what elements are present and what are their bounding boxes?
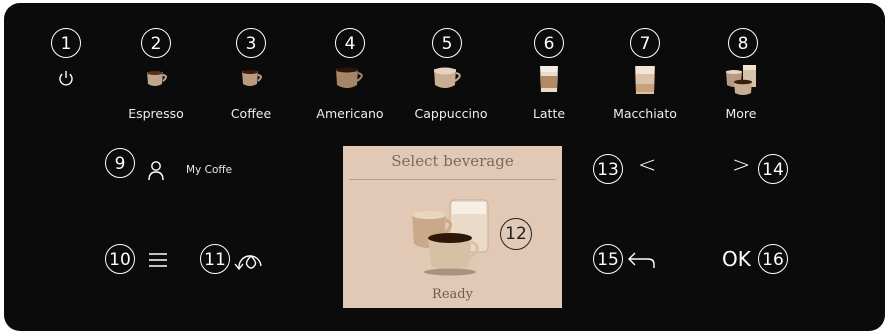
latte-glass-icon[interactable] xyxy=(538,64,560,94)
callout-11: 11 xyxy=(200,244,230,274)
callout-4: 4 xyxy=(335,28,365,58)
back-arrow-icon[interactable] xyxy=(626,250,656,270)
macchiato-glass-icon[interactable] xyxy=(633,64,657,96)
display-divider xyxy=(349,179,556,180)
aquaclean-icon[interactable] xyxy=(233,248,269,274)
callout-13: 13 xyxy=(593,154,623,184)
drink-label-more: More xyxy=(725,106,757,121)
drink-label-macchiato: Macchiato xyxy=(613,106,677,121)
user-icon[interactable] xyxy=(147,160,165,182)
callout-12: 12 xyxy=(500,218,532,250)
coffee-cup-icon[interactable] xyxy=(238,68,266,90)
cappuccino-cup-icon[interactable] xyxy=(431,66,465,92)
callout-14: 14 xyxy=(758,154,788,184)
callout-10: 10 xyxy=(105,244,135,274)
menu-icon[interactable] xyxy=(148,251,168,269)
callout-9: 9 xyxy=(105,148,135,178)
control-panel: 1 2 Espresso 3 Coffee 4 Americano 5 Capp… xyxy=(4,3,885,331)
more-beverages-icon[interactable] xyxy=(724,63,760,97)
status-text: Ready xyxy=(432,287,473,302)
previous-button[interactable]: < xyxy=(638,153,656,178)
power-icon[interactable] xyxy=(58,70,74,87)
drink-label-espresso: Espresso xyxy=(128,106,184,121)
americano-cup-icon[interactable] xyxy=(333,66,367,92)
callout-1: 1 xyxy=(51,28,81,58)
display-screen: Select beverage 12 Ready xyxy=(343,146,562,308)
next-button[interactable]: > xyxy=(732,153,750,178)
beverages-icon xyxy=(412,199,489,276)
callout-5: 5 xyxy=(432,28,462,58)
ok-button[interactable]: OK xyxy=(722,247,751,271)
drink-label-americano: Americano xyxy=(316,106,384,121)
drink-label-coffee: Coffee xyxy=(230,106,272,121)
callout-16: 16 xyxy=(758,244,788,274)
display-title: Select beverage xyxy=(391,152,514,170)
espresso-cup-icon[interactable] xyxy=(143,68,171,90)
callout-8: 8 xyxy=(728,28,758,58)
my-coffee-label: My Coffe xyxy=(186,164,233,176)
callout-2: 2 xyxy=(141,28,171,58)
callout-3: 3 xyxy=(236,28,266,58)
drink-label-cappuccino: Cappuccino xyxy=(414,106,488,121)
callout-15: 15 xyxy=(593,244,623,274)
callout-6: 6 xyxy=(534,28,564,58)
callout-7: 7 xyxy=(630,28,660,58)
drink-label-latte: Latte xyxy=(532,106,566,121)
